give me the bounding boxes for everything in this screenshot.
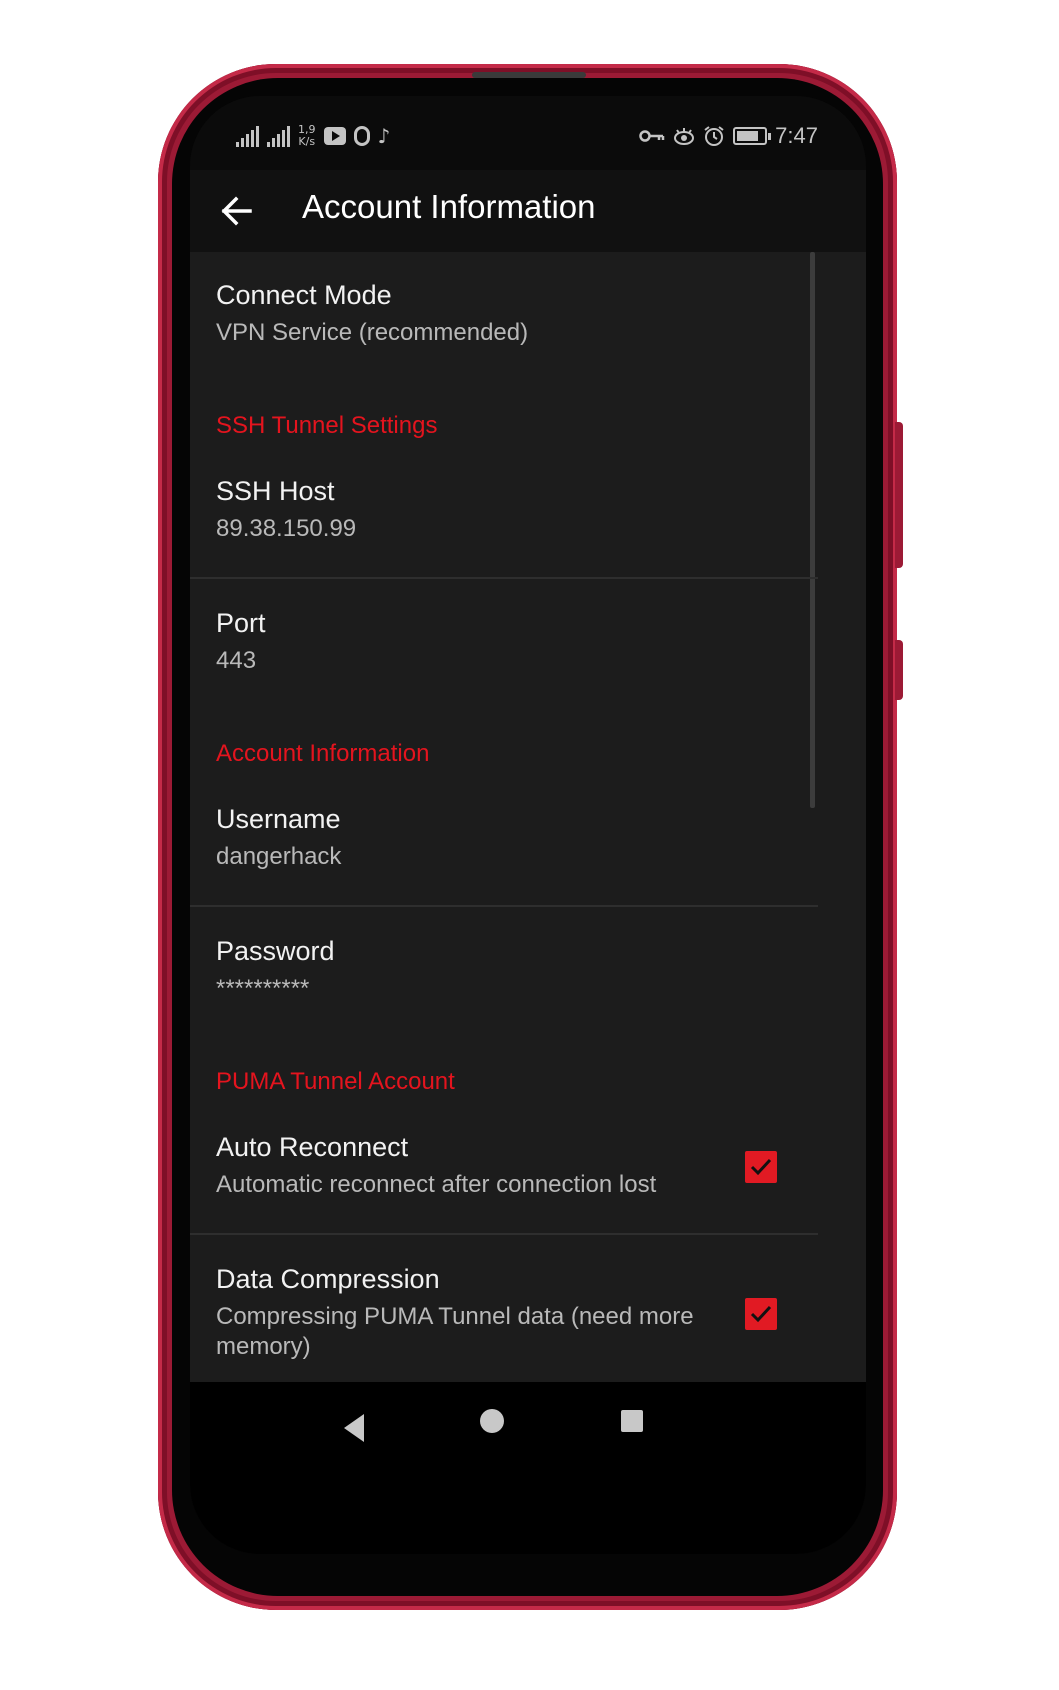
category-puma-tunnel-account: PUMA Tunnel Account [216, 1068, 455, 1095]
pref-summary: dangerhack [216, 843, 342, 870]
signal-2-icon [267, 125, 290, 147]
pref-summary: Compressing PUMA Tunnel data (need more … [216, 1303, 694, 1360]
pref-title: Connect Mode [216, 280, 392, 310]
pref-title: Username [216, 804, 341, 834]
pref-ssh-host[interactable]: SSH Host 89.38.150.99 [190, 448, 818, 578]
category-account-information: Account Information [216, 740, 430, 767]
pref-auto-reconnect[interactable]: Auto Reconnect Automatic reconnect after… [190, 1104, 818, 1234]
page-title: Account Information [302, 188, 596, 225]
power-button [895, 640, 903, 700]
youtube-icon [323, 127, 346, 145]
pref-summary: Automatic reconnect after connection los… [216, 1171, 657, 1198]
pref-title: Password [216, 936, 335, 966]
nav-recent-apps-icon[interactable] [621, 1410, 643, 1432]
signal-icon [236, 125, 259, 147]
net-speed-unit: K/s [298, 135, 316, 148]
vpn-key-icon [639, 130, 665, 142]
pref-data-compression[interactable]: Data Compression Compressing PUMA Tunnel… [190, 1236, 818, 1382]
phone-screen: 1,9 K/s ♪ 7:47 Account Information Conne… [190, 96, 866, 1554]
auto-reconnect-checkbox[interactable] [745, 1151, 777, 1183]
eye-comfort-icon [674, 128, 695, 145]
music-icon: ♪ [377, 124, 391, 148]
divider [190, 577, 818, 579]
status-right-group: 7:47 [639, 116, 818, 156]
checkmark-icon [750, 1305, 772, 1323]
pref-port[interactable]: Port 443 [190, 580, 818, 700]
pref-title: Data Compression [216, 1264, 440, 1294]
pref-summary: ********** [216, 975, 310, 1002]
pref-summary: 89.38.150.99 [216, 515, 357, 542]
category-ssh-tunnel-settings: SSH Tunnel Settings [216, 412, 438, 439]
pref-summary: VPN Service (recommended) [216, 319, 529, 346]
app-notification-icon [353, 126, 370, 146]
status-left-group: 1,9 K/s ♪ [236, 116, 390, 156]
net-speed: 1,9 K/s [298, 124, 316, 148]
checkmark-icon [750, 1158, 772, 1176]
pref-title: SSH Host [216, 476, 335, 506]
divider [190, 905, 818, 907]
divider [190, 1233, 818, 1235]
back-button[interactable] [210, 184, 264, 238]
volume-button [895, 422, 903, 568]
arrow-left-icon [221, 196, 252, 226]
pref-summary: 443 [216, 647, 257, 674]
pref-title: Auto Reconnect [216, 1132, 409, 1162]
alarm-icon [704, 126, 724, 146]
pref-connect-mode[interactable]: Connect Mode VPN Service (recommended) [190, 252, 818, 372]
settings-list[interactable]: Connect Mode VPN Service (recommended) S… [190, 252, 866, 1382]
app-bar: Account Information [190, 170, 866, 252]
pref-title: Port [216, 608, 266, 638]
earpiece-slot [472, 72, 586, 78]
navigation-bar [190, 1382, 866, 1554]
data-compression-checkbox[interactable] [745, 1298, 777, 1330]
nav-home-icon[interactable] [480, 1409, 504, 1433]
status-bar: 1,9 K/s ♪ 7:47 [190, 96, 866, 170]
battery-icon [733, 127, 772, 145]
pref-password[interactable]: Password ********** [190, 908, 818, 1028]
status-time: 7:47 [775, 123, 818, 148]
nav-back-icon[interactable] [336, 1408, 376, 1448]
pref-username[interactable]: Username dangerhack [190, 776, 818, 906]
